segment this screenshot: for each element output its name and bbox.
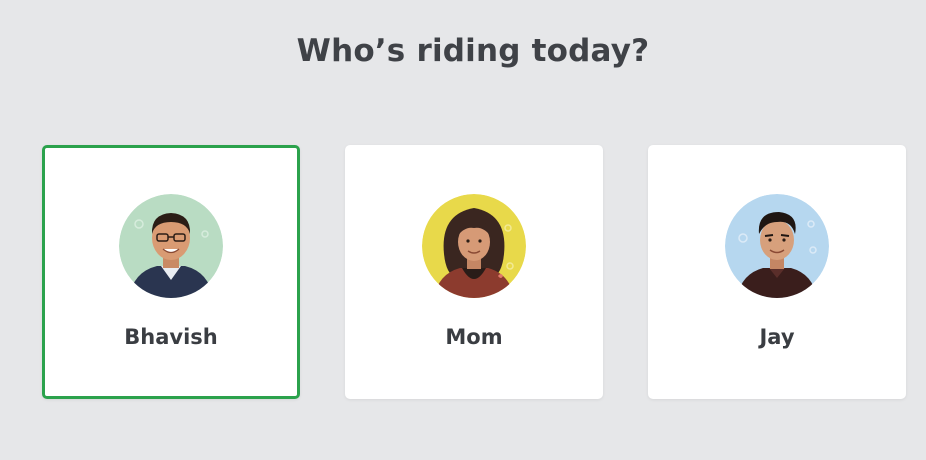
profile-name: Bhavish [124, 325, 218, 349]
profile-card-bhavish[interactable]: Bhavish [42, 145, 300, 399]
profile-name: Jay [759, 325, 795, 349]
man-glasses-avatar-icon [119, 194, 223, 298]
profile-name: Mom [445, 325, 503, 349]
woman-curly-hair-avatar-icon [422, 194, 526, 298]
page-title: Who’s riding today? [296, 33, 650, 69]
profile-card-mom[interactable]: Mom [345, 145, 603, 399]
young-man-avatar-icon [725, 194, 829, 298]
profile-card-jay[interactable]: Jay [648, 145, 906, 399]
